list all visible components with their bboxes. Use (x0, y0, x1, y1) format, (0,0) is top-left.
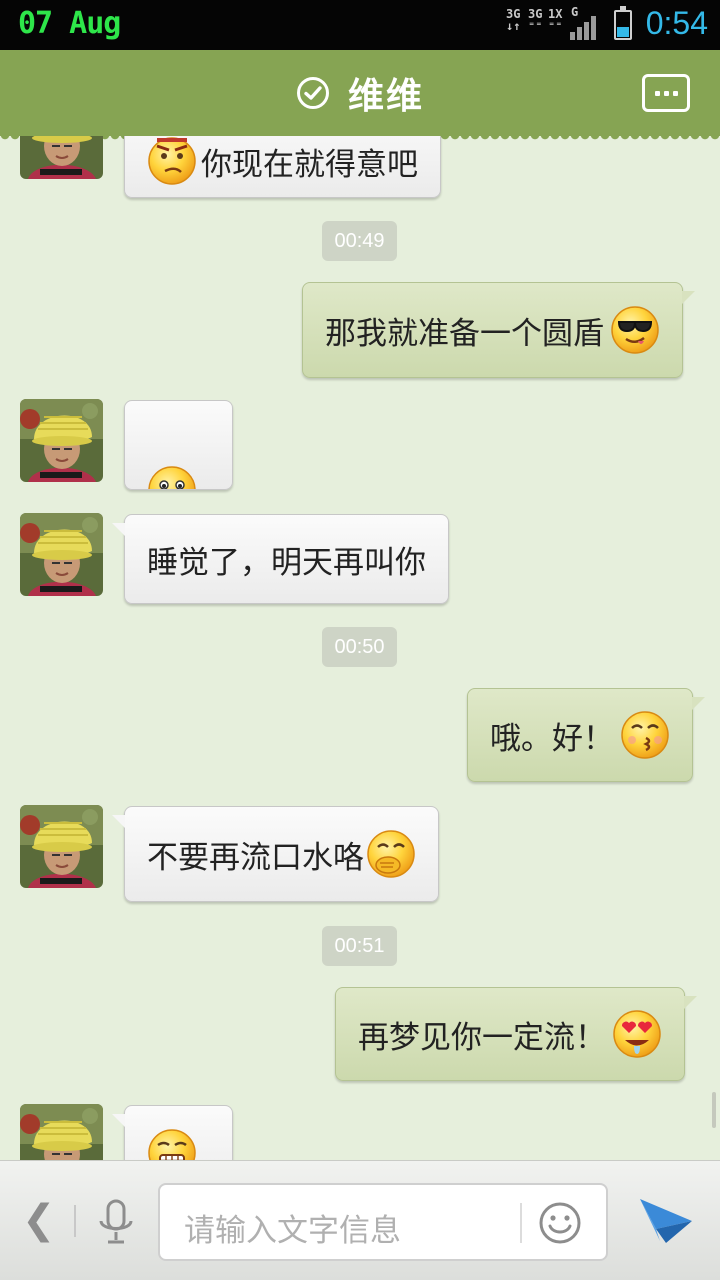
network-3g-indicator-2: 3G ⁼⁼ (528, 7, 543, 33)
incoming-message-bubble[interactable]: 你现在就得意吧 (124, 136, 441, 198)
outgoing-message-bubble[interactable]: 那我就准备一个圆盾 (302, 282, 695, 378)
message-text: 不要再流口水咯 (147, 839, 364, 876)
status-bar: 07 Aug 3G ↓↑ 3G ⁼⁼ 1X ⁼⁼ G 0:54 (0, 0, 720, 50)
message-text: 睡觉了，明天再叫你 (147, 544, 426, 581)
status-time: 0:54 (645, 5, 708, 41)
smug-face-icon (147, 136, 197, 186)
sunglasses-face-icon (610, 305, 660, 355)
contact-avatar[interactable] (20, 399, 103, 482)
outgoing-message-bubble[interactable]: 哦。好！ (467, 688, 705, 782)
status-date: 07 Aug (18, 6, 121, 41)
incoming-message-bubble[interactable] (112, 1105, 233, 1160)
chat-title[interactable]: 维维 (348, 67, 424, 119)
kissing-face-icon (620, 710, 670, 760)
outgoing-message-bubble[interactable]: 再梦见你一定流！ (335, 987, 697, 1081)
contact-avatar[interactable] (20, 136, 103, 179)
covering-mouth-face-icon (366, 829, 416, 879)
heart-eyes-drool-face-icon (612, 1009, 662, 1059)
chat-header: 维维 (0, 50, 720, 142)
message-text: 哦。好！ (490, 720, 614, 757)
battery-level-fill (617, 26, 629, 37)
contact-avatar[interactable] (20, 805, 103, 888)
divider (74, 1205, 76, 1237)
collapse-arrow-button[interactable]: ❮ (22, 1197, 56, 1243)
peeking-face-icon (147, 465, 197, 489)
grimacing-face-icon (147, 1128, 197, 1160)
emoji-picker-icon[interactable] (538, 1201, 582, 1245)
signal-strength-icon (570, 14, 600, 40)
incoming-message-bubble[interactable]: 睡觉了，明天再叫你 (112, 514, 449, 604)
message-timestamp: 00:49 (322, 221, 397, 261)
input-placeholder: 请输入文字信息 (184, 1213, 401, 1249)
chat-message-list[interactable]: 你现在就得意吧 00:49 那我就准备一个圆盾 睡觉了，明天再叫你 00:50 … (0, 136, 720, 1160)
incoming-message-bubble[interactable]: 不要再流口水咯 (112, 806, 439, 902)
message-text: 再梦见你一定流！ (358, 1019, 606, 1056)
chat-details-button[interactable] (642, 74, 690, 112)
network-3g-indicator: 3G ↓↑ (506, 7, 521, 33)
message-timestamp: 00:50 (322, 627, 397, 667)
input-bar: ❮ 请输入文字信息 (0, 1160, 720, 1280)
send-icon[interactable] (638, 1195, 694, 1245)
battery-icon (614, 6, 632, 40)
contact-avatar[interactable] (20, 1104, 103, 1160)
scrollbar[interactable] (712, 1092, 716, 1128)
message-text: 那我就准备一个圆盾 (325, 315, 604, 352)
contact-avatar[interactable] (20, 513, 103, 596)
verified-check-icon (296, 77, 329, 109)
message-input[interactable]: 请输入文字信息 (158, 1183, 608, 1261)
message-text: 你现在就得意吧 (201, 146, 418, 183)
incoming-message-bubble[interactable] (124, 400, 233, 490)
divider (520, 1203, 522, 1243)
microphone-icon[interactable] (96, 1199, 136, 1245)
message-timestamp: 00:51 (322, 926, 397, 966)
network-1x-indicator: 1X ⁼⁼ (548, 7, 563, 33)
